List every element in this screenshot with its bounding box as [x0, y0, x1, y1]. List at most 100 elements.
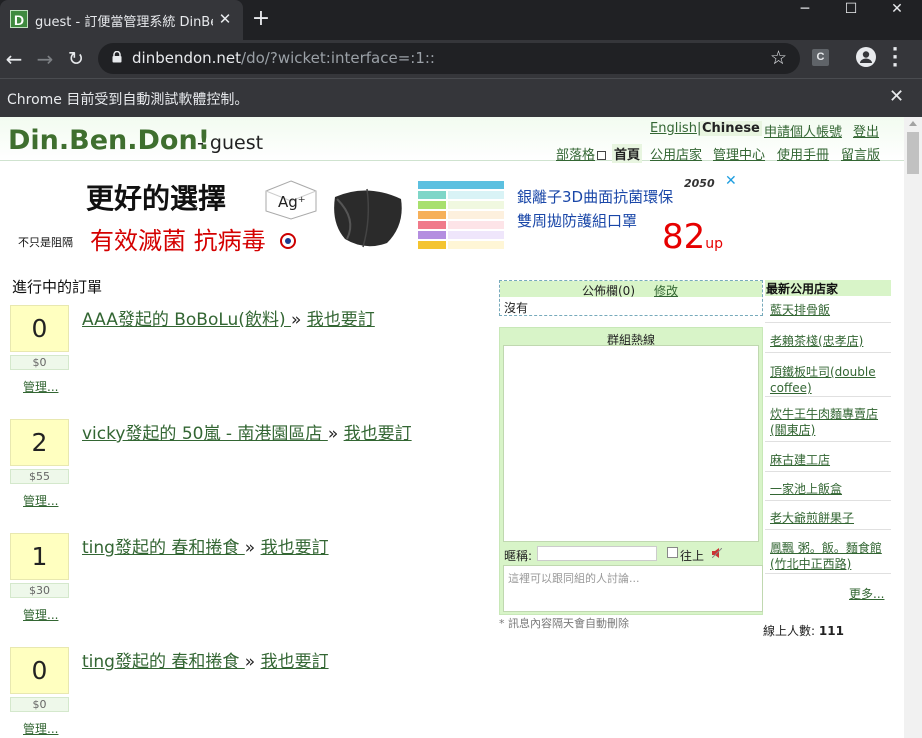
- store-item: 炊牛王牛肉麵專賣店(關東店): [765, 399, 891, 442]
- store-link[interactable]: 麻古建工店: [770, 453, 830, 467]
- lang-english-link[interactable]: English: [650, 121, 697, 136]
- order-count: 1: [10, 533, 69, 580]
- order-manage-link[interactable]: 管理...: [23, 606, 58, 623]
- order-item: 0 $0 管理... ting發起的 春和捲食 » 我也要訂: [10, 647, 490, 738]
- forward-icon[interactable]: →: [34, 48, 56, 70]
- browser-toolbar: ← → ↻ dinbendon.net/do/?wicket:interface…: [0, 40, 922, 78]
- profile-icon[interactable]: [856, 47, 876, 67]
- window-close-icon[interactable]: ✕: [874, 0, 920, 18]
- face-mask-image: [334, 188, 402, 248]
- store-item: 頂鐵板吐司(double coffee): [765, 355, 891, 397]
- nickname-input[interactable]: [537, 546, 657, 561]
- store-item: 老賴茶棧(忠孝店): [765, 325, 891, 353]
- ad-brand-logo: 2050: [684, 177, 715, 190]
- order-count: 0: [10, 647, 69, 694]
- order-amount: $55: [10, 469, 69, 484]
- join-order-link[interactable]: 我也要訂: [261, 538, 329, 558]
- infobar-close-icon[interactable]: ✕: [889, 86, 904, 107]
- store-link[interactable]: 頂鐵板吐司(double coffee): [770, 365, 876, 395]
- browser-menu-icon[interactable]: · · ·: [890, 41, 900, 75]
- nav-public-stores-link[interactable]: 公用店家: [650, 144, 702, 163]
- ad-headline: 更好的選擇: [86, 182, 227, 215]
- site-header: Din.Ben.Don! - guest English | Chinese 申…: [0, 117, 904, 163]
- nav-blog-link[interactable]: 部落格: [556, 144, 607, 163]
- address-bar[interactable]: dinbendon.net/do/?wicket:interface=:1:: …: [98, 43, 800, 74]
- group-chat: 群組熱線 暱稱: 往上 這裡可以跟同組的人討論...: [499, 327, 763, 615]
- infobar-text: Chrome 目前受到自動測試軟體控制。: [7, 92, 249, 108]
- order-item: 0 $0 管理... AAA發起的 BoBoLu(飲料) » 我也要訂: [10, 305, 490, 415]
- order-title-link[interactable]: ting發起的 春和捲食: [82, 652, 245, 672]
- scroll-top-checkbox[interactable]: [667, 547, 678, 558]
- join-order-link[interactable]: 我也要訂: [307, 310, 375, 330]
- online-label: 線上人數:: [763, 624, 816, 638]
- ad-description: 銀離子3D曲面抗菌環保 雙周拋防護組口罩: [517, 188, 674, 230]
- ad-close-icon[interactable]: ✕: [725, 173, 737, 189]
- site-logo[interactable]: Din.Ben.Don!: [8, 125, 210, 156]
- lang-chinese-link[interactable]: Chinese: [700, 121, 762, 136]
- join-order-link[interactable]: 我也要訂: [344, 424, 412, 444]
- target-icon: [280, 233, 296, 249]
- more-stores-link[interactable]: 更多...: [849, 585, 884, 602]
- store-link[interactable]: 一家池上飯盒: [770, 482, 842, 496]
- browser-tab[interactable]: D guest - 訂便當管理系統 DinBen ✕: [0, 0, 243, 40]
- store-link[interactable]: 鳳飄 粥。飯。麵食館(竹北中正西路): [770, 541, 882, 571]
- order-title-link[interactable]: vicky發起的 50嵐 - 南港園區店: [82, 424, 328, 444]
- extension-icon[interactable]: C: [812, 49, 829, 66]
- tab-title: guest - 訂便當管理系統 DinBen: [35, 15, 213, 29]
- order-line: AAA發起的 BoBoLu(飲料) » 我也要訂: [82, 305, 375, 330]
- store-item: 麻古建工店: [765, 444, 891, 472]
- register-link[interactable]: 申請個人帳號: [764, 121, 842, 140]
- nav-manual-link[interactable]: 使用手冊: [777, 144, 829, 163]
- ad-big-text: 有效滅菌 抗病毒: [90, 227, 266, 255]
- ad-number: 82up: [662, 217, 724, 257]
- order-line: ting發起的 春和捲食 » 我也要訂: [82, 533, 329, 558]
- scrollbar-thumb[interactable]: [907, 132, 919, 174]
- maximize-icon[interactable]: ☐: [828, 0, 874, 18]
- favicon-icon: D: [10, 10, 28, 28]
- current-user: - guest: [197, 132, 264, 154]
- order-amount: $30: [10, 583, 69, 598]
- minimize-icon[interactable]: ─: [782, 0, 828, 18]
- store-link[interactable]: 炊牛王牛肉麵專賣店(關東店): [770, 407, 878, 437]
- nav-home-link[interactable]: 首頁: [612, 144, 643, 163]
- order-amount: $0: [10, 697, 69, 712]
- join-order-link[interactable]: 我也要訂: [261, 652, 329, 672]
- tab-close-icon[interactable]: ✕: [217, 11, 233, 27]
- order-sep: »: [327, 424, 339, 444]
- new-tab-icon[interactable]: +: [251, 8, 271, 30]
- order-sep: »: [244, 538, 256, 558]
- page-scrollbar[interactable]: [904, 117, 922, 738]
- logout-link[interactable]: 登出: [853, 121, 879, 140]
- stores-title: 最新公用店家: [765, 280, 891, 296]
- speaker-muted-icon[interactable]: [712, 548, 722, 558]
- store-link[interactable]: 老大爺煎餅果子: [770, 511, 854, 525]
- order-item: 1 $30 管理... ting發起的 春和捲食 » 我也要訂: [10, 533, 490, 643]
- order-title-link[interactable]: AAA發起的 BoBoLu(飲料): [82, 310, 291, 330]
- order-manage-link[interactable]: 管理...: [23, 720, 58, 737]
- scroll-top-label: 往上: [680, 549, 705, 563]
- order-manage-link[interactable]: 管理...: [23, 492, 58, 509]
- bookmark-star-icon[interactable]: ☆: [770, 47, 787, 69]
- back-icon[interactable]: ←: [3, 48, 25, 70]
- orders-title: 進行中的訂單: [12, 278, 103, 296]
- ad-tagline: 不只是阻隔: [18, 236, 73, 249]
- store-link[interactable]: 藍天排骨飯: [770, 303, 830, 317]
- nav-guestbook-link[interactable]: 留言版: [841, 144, 880, 163]
- store-link[interactable]: 老賴茶棧(忠孝店): [770, 334, 863, 348]
- scroll-up-arrow-icon[interactable]: [909, 121, 917, 126]
- nav-admin-link[interactable]: 管理中心: [713, 144, 765, 163]
- order-line: ting發起的 春和捲食 » 我也要訂: [82, 647, 329, 672]
- url-text: dinbendon.net/do/?wicket:interface=:1::: [132, 49, 435, 67]
- order-title-link[interactable]: ting發起的 春和捲食: [82, 538, 245, 558]
- order-manage-link[interactable]: 管理...: [23, 378, 58, 395]
- chat-message-input[interactable]: 這裡可以跟同組的人討論...: [503, 565, 763, 612]
- store-item: 老大爺煎餅果子: [765, 503, 891, 530]
- order-count: 2: [10, 419, 69, 466]
- notice-edit-link[interactable]: 修改: [654, 282, 678, 299]
- ad-banner[interactable]: 更好的選擇 不只是阻隔 有效滅菌 抗病毒 Ag⁺ 銀離子3D曲面抗菌環保 雙周拋防…: [12, 173, 742, 257]
- chat-messages[interactable]: [503, 345, 759, 542]
- reload-icon[interactable]: ↻: [65, 48, 87, 70]
- lock-icon: [112, 51, 122, 63]
- notice-header: 公佈欄(0) 修改: [500, 281, 762, 299]
- silver-ion-icon: Ag⁺: [265, 180, 317, 220]
